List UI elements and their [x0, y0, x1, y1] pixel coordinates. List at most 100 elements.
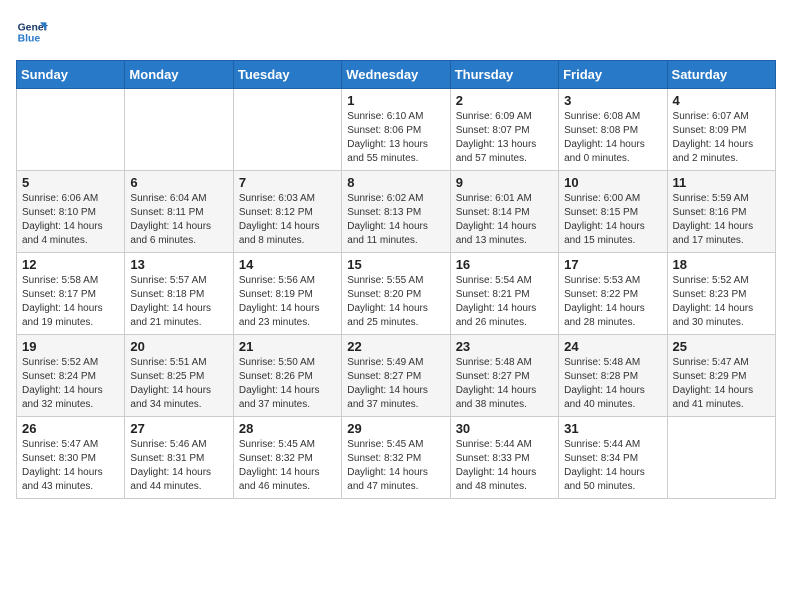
calendar-week-1: 1 Sunrise: 6:10 AM Sunset: 8:06 PM Daylig… [17, 89, 776, 171]
svg-text:Blue: Blue [18, 34, 41, 45]
day-number: 3 [564, 93, 661, 108]
day-number: 29 [347, 421, 444, 436]
calendar-cell: 3 Sunrise: 6:08 AM Sunset: 8:08 PM Daylig… [559, 89, 667, 171]
calendar-cell: 2 Sunrise: 6:09 AM Sunset: 8:07 PM Daylig… [450, 89, 558, 171]
day-info: Sunrise: 5:56 AM Sunset: 8:19 PM Dayligh… [239, 274, 336, 330]
day-info: Sunrise: 6:10 AM Sunset: 8:06 PM Dayligh… [347, 110, 444, 166]
calendar-body: 1 Sunrise: 6:10 AM Sunset: 8:06 PM Daylig… [17, 89, 776, 499]
day-info: Sunrise: 6:04 AM Sunset: 8:11 PM Dayligh… [130, 192, 227, 248]
day-number: 10 [564, 175, 661, 190]
day-number: 11 [673, 175, 770, 190]
calendar-cell: 26 Sunrise: 5:47 AM Sunset: 8:30 PM Dayli… [17, 417, 125, 499]
day-info: Sunrise: 6:03 AM Sunset: 8:12 PM Dayligh… [239, 192, 336, 248]
day-info: Sunrise: 6:08 AM Sunset: 8:08 PM Dayligh… [564, 110, 661, 166]
weekday-monday: Monday [125, 61, 233, 89]
calendar-cell [233, 89, 341, 171]
day-info: Sunrise: 5:48 AM Sunset: 8:27 PM Dayligh… [456, 356, 553, 412]
page-header: General Blue [16, 16, 776, 48]
day-number: 30 [456, 421, 553, 436]
day-info: Sunrise: 6:01 AM Sunset: 8:14 PM Dayligh… [456, 192, 553, 248]
day-number: 2 [456, 93, 553, 108]
day-number: 8 [347, 175, 444, 190]
day-number: 14 [239, 257, 336, 272]
calendar-cell: 30 Sunrise: 5:44 AM Sunset: 8:33 PM Dayli… [450, 417, 558, 499]
calendar-week-3: 12Sunrise: 5:58 AM Sunset: 8:17 PM Dayli… [17, 253, 776, 335]
day-info: Sunrise: 5:47 AM Sunset: 8:30 PM Dayligh… [22, 438, 119, 494]
weekday-header-row: SundayMondayTuesdayWednesdayThursdayFrid… [17, 61, 776, 89]
calendar-cell [17, 89, 125, 171]
logo-icon: General Blue [16, 16, 48, 48]
calendar-cell: 21Sunrise: 5:50 AM Sunset: 8:26 PM Dayli… [233, 335, 341, 417]
day-info: Sunrise: 5:52 AM Sunset: 8:23 PM Dayligh… [673, 274, 770, 330]
calendar-cell: 8 Sunrise: 6:02 AM Sunset: 8:13 PM Daylig… [342, 171, 450, 253]
day-number: 4 [673, 93, 770, 108]
calendar-cell: 14 Sunrise: 5:56 AM Sunset: 8:19 PM Dayli… [233, 253, 341, 335]
calendar-cell: 10 Sunrise: 6:00 AM Sunset: 8:15 PM Dayli… [559, 171, 667, 253]
day-info: Sunrise: 6:02 AM Sunset: 8:13 PM Dayligh… [347, 192, 444, 248]
day-info: Sunrise: 5:50 AM Sunset: 8:26 PM Dayligh… [239, 356, 336, 412]
calendar-cell: 20 Sunrise: 5:51 AM Sunset: 8:25 PM Dayli… [125, 335, 233, 417]
day-number: 19 [22, 339, 119, 354]
calendar-cell: 19 Sunrise: 5:52 AM Sunset: 8:24 PM Dayli… [17, 335, 125, 417]
weekday-wednesday: Wednesday [342, 61, 450, 89]
calendar-cell [125, 89, 233, 171]
calendar-cell: 29Sunrise: 5:45 AM Sunset: 8:32 PM Dayli… [342, 417, 450, 499]
calendar-cell: 27 Sunrise: 5:46 AM Sunset: 8:31 PM Dayli… [125, 417, 233, 499]
day-number: 23 [456, 339, 553, 354]
day-number: 20 [130, 339, 227, 354]
day-number: 31 [564, 421, 661, 436]
day-info: Sunrise: 5:52 AM Sunset: 8:24 PM Dayligh… [22, 356, 119, 412]
day-info: Sunrise: 5:48 AM Sunset: 8:28 PM Dayligh… [564, 356, 661, 412]
day-number: 24 [564, 339, 661, 354]
day-number: 5 [22, 175, 119, 190]
day-info: Sunrise: 5:45 AM Sunset: 8:32 PM Dayligh… [239, 438, 336, 494]
day-info: Sunrise: 5:47 AM Sunset: 8:29 PM Dayligh… [673, 356, 770, 412]
calendar-cell: 12Sunrise: 5:58 AM Sunset: 8:17 PM Dayli… [17, 253, 125, 335]
day-number: 18 [673, 257, 770, 272]
calendar-cell: 24 Sunrise: 5:48 AM Sunset: 8:28 PM Dayli… [559, 335, 667, 417]
day-info: Sunrise: 5:44 AM Sunset: 8:33 PM Dayligh… [456, 438, 553, 494]
calendar-week-2: 5Sunrise: 6:06 AM Sunset: 8:10 PM Daylig… [17, 171, 776, 253]
day-number: 28 [239, 421, 336, 436]
calendar-cell: 18 Sunrise: 5:52 AM Sunset: 8:23 PM Dayli… [667, 253, 775, 335]
weekday-friday: Friday [559, 61, 667, 89]
weekday-thursday: Thursday [450, 61, 558, 89]
weekday-tuesday: Tuesday [233, 61, 341, 89]
day-info: Sunrise: 6:09 AM Sunset: 8:07 PM Dayligh… [456, 110, 553, 166]
calendar-cell: 5Sunrise: 6:06 AM Sunset: 8:10 PM Daylig… [17, 171, 125, 253]
day-info: Sunrise: 5:57 AM Sunset: 8:18 PM Dayligh… [130, 274, 227, 330]
day-number: 6 [130, 175, 227, 190]
calendar-cell: 13 Sunrise: 5:57 AM Sunset: 8:18 PM Dayli… [125, 253, 233, 335]
day-info: Sunrise: 5:46 AM Sunset: 8:31 PM Dayligh… [130, 438, 227, 494]
calendar-cell: 11 Sunrise: 5:59 AM Sunset: 8:16 PM Dayli… [667, 171, 775, 253]
calendar-cell: 6 Sunrise: 6:04 AM Sunset: 8:11 PM Daylig… [125, 171, 233, 253]
day-info: Sunrise: 5:53 AM Sunset: 8:22 PM Dayligh… [564, 274, 661, 330]
calendar-cell: 1 Sunrise: 6:10 AM Sunset: 8:06 PM Daylig… [342, 89, 450, 171]
day-number: 1 [347, 93, 444, 108]
day-number: 27 [130, 421, 227, 436]
day-info: Sunrise: 5:49 AM Sunset: 8:27 PM Dayligh… [347, 356, 444, 412]
day-number: 17 [564, 257, 661, 272]
calendar-cell: 16Sunrise: 5:54 AM Sunset: 8:21 PM Dayli… [450, 253, 558, 335]
day-number: 26 [22, 421, 119, 436]
weekday-sunday: Sunday [17, 61, 125, 89]
day-info: Sunrise: 6:07 AM Sunset: 8:09 PM Dayligh… [673, 110, 770, 166]
weekday-saturday: Saturday [667, 61, 775, 89]
calendar-cell [667, 417, 775, 499]
day-info: Sunrise: 5:59 AM Sunset: 8:16 PM Dayligh… [673, 192, 770, 248]
calendar-week-5: 26 Sunrise: 5:47 AM Sunset: 8:30 PM Dayli… [17, 417, 776, 499]
day-number: 22 [347, 339, 444, 354]
calendar-table: SundayMondayTuesdayWednesdayThursdayFrid… [16, 60, 776, 499]
calendar-cell: 22 Sunrise: 5:49 AM Sunset: 8:27 PM Dayli… [342, 335, 450, 417]
calendar-cell: 4 Sunrise: 6:07 AM Sunset: 8:09 PM Daylig… [667, 89, 775, 171]
logo: General Blue [16, 16, 48, 48]
day-info: Sunrise: 5:51 AM Sunset: 8:25 PM Dayligh… [130, 356, 227, 412]
day-info: Sunrise: 5:54 AM Sunset: 8:21 PM Dayligh… [456, 274, 553, 330]
day-number: 13 [130, 257, 227, 272]
day-number: 12 [22, 257, 119, 272]
calendar-cell: 25Sunrise: 5:47 AM Sunset: 8:29 PM Dayli… [667, 335, 775, 417]
calendar-week-4: 19 Sunrise: 5:52 AM Sunset: 8:24 PM Dayli… [17, 335, 776, 417]
day-number: 7 [239, 175, 336, 190]
day-info: Sunrise: 6:00 AM Sunset: 8:15 PM Dayligh… [564, 192, 661, 248]
calendar-cell: 17 Sunrise: 5:53 AM Sunset: 8:22 PM Dayli… [559, 253, 667, 335]
